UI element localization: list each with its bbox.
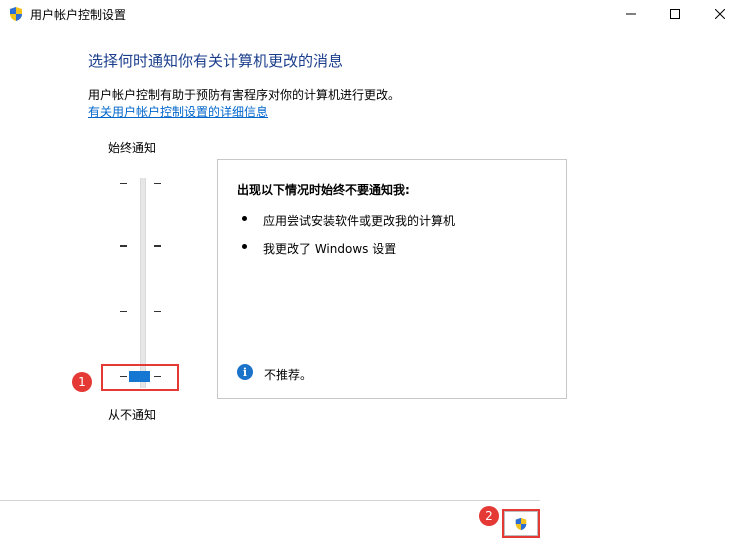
footer-area (0, 501, 743, 548)
uac-shield-icon (10, 7, 22, 21)
minimize-button[interactable] (608, 0, 654, 28)
panel-title: 出现以下情况时始终不要通知我: (237, 183, 410, 197)
annotation-badge-1: 1 (72, 372, 92, 392)
window-title: 用户帐户控制设置 (30, 8, 127, 22)
page-heading: 选择何时通知你有关计算机更改的消息 (88, 52, 344, 70)
slider-tick (154, 311, 161, 312)
details-link[interactable]: 有关用户帐户控制设置的详细信息 (88, 103, 268, 120)
slider-tick (154, 245, 161, 247)
maximize-icon (670, 9, 680, 19)
minimize-icon (626, 13, 636, 15)
slider-bottom-label: 从不通知 (108, 408, 157, 422)
slider-track[interactable] (140, 178, 146, 388)
info-icon: i (237, 364, 253, 380)
slider-top-label: 始终通知 (108, 141, 157, 155)
bullet-icon (242, 244, 247, 249)
description-panel: 出现以下情况时始终不要通知我: 应用尝试安装软件或更改我的计算机 我更改了 Wi… (217, 159, 567, 399)
bullet-icon (242, 216, 247, 221)
close-button[interactable] (697, 0, 743, 28)
slider-highlight-box (101, 364, 179, 391)
annotation-badge-2: 2 (479, 506, 499, 526)
slider-tick (120, 245, 127, 247)
slider-tick (120, 183, 127, 184)
title-bar: 用户帐户控制设置 (0, 0, 743, 28)
button-highlight-box (502, 509, 540, 538)
panel-item: 我更改了 Windows 设置 (263, 242, 397, 256)
info-text: 不推荐。 (264, 368, 313, 382)
slider-tick (120, 311, 127, 312)
close-icon (715, 9, 725, 19)
panel-item: 应用尝试安装软件或更改我的计算机 (263, 214, 456, 228)
description-text: 用户帐户控制有助于预防有害程序对你的计算机进行更改。 (88, 88, 401, 102)
maximize-button[interactable] (652, 0, 698, 28)
slider-tick (154, 183, 161, 184)
